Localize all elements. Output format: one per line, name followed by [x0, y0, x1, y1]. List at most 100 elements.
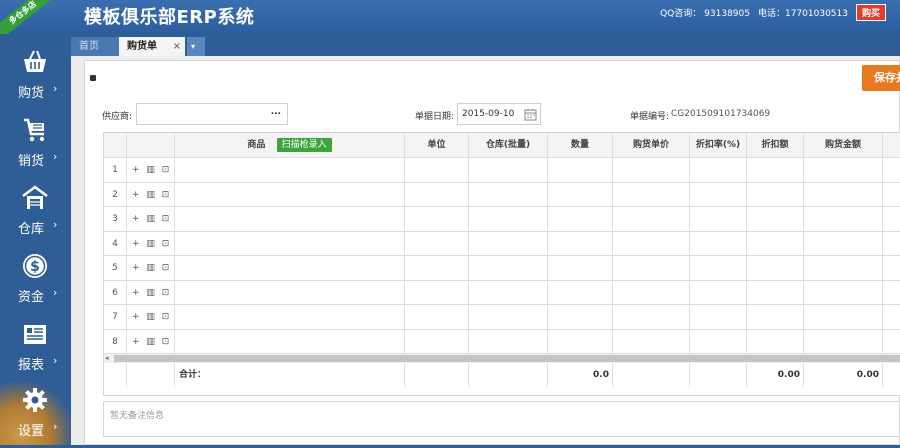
- grid-cell[interactable]: [747, 231, 804, 256]
- grid-cell[interactable]: [469, 182, 548, 207]
- grid-cell[interactable]: [175, 305, 405, 330]
- grid-cell[interactable]: [690, 231, 747, 256]
- row-actions: + ▥ ⊡: [127, 231, 175, 256]
- grid-cell[interactable]: [613, 305, 690, 330]
- grid-cell[interactable]: [690, 256, 747, 281]
- grid-cell[interactable]: [804, 207, 883, 232]
- grid-cell[interactable]: [405, 256, 469, 281]
- remark-textarea[interactable]: 暂无备注信息: [103, 401, 900, 437]
- grid-cell[interactable]: [405, 280, 469, 305]
- grid-cell[interactable]: [747, 280, 804, 305]
- grid-cell[interactable]: [613, 231, 690, 256]
- grid-cell[interactable]: [469, 329, 548, 354]
- grid-cell[interactable]: [469, 305, 548, 330]
- grid-cell[interactable]: [690, 305, 747, 330]
- grid-cell[interactable]: [548, 231, 613, 256]
- grid-cell[interactable]: [469, 280, 548, 305]
- grid-cell[interactable]: [469, 256, 548, 281]
- grid-cell[interactable]: [548, 158, 613, 183]
- calendar-icon[interactable]: [524, 108, 537, 121]
- sidebar-item-settings[interactable]: 设置 ›: [0, 380, 71, 448]
- grid-cell[interactable]: [175, 256, 405, 281]
- grid-cell[interactable]: [613, 182, 690, 207]
- grid-cell[interactable]: [613, 329, 690, 354]
- grid-cell[interactable]: [804, 182, 883, 207]
- grid-cell[interactable]: [469, 207, 548, 232]
- supplier-more-icon[interactable]: ...: [271, 107, 281, 117]
- grid-cell[interactable]: [175, 158, 405, 183]
- grid-cell[interactable]: [548, 329, 613, 354]
- grid-cell[interactable]: [405, 182, 469, 207]
- grid-cell[interactable]: [175, 207, 405, 232]
- grid-cell[interactable]: [804, 231, 883, 256]
- close-icon[interactable]: ×: [173, 37, 181, 56]
- tab-home[interactable]: 首页: [71, 37, 119, 56]
- grid-cell[interactable]: [175, 280, 405, 305]
- grid-cell[interactable]: [747, 256, 804, 281]
- header-contact-info: QQ咨询： 93138905 电话：17701030513 购买: [660, 4, 886, 21]
- row-actions: + ▥ ⊡: [127, 305, 175, 330]
- save-and-new-button[interactable]: 保存并: [862, 65, 900, 91]
- scan-input-button[interactable]: 扫描枪录入: [276, 137, 332, 152]
- grid-cell[interactable]: [613, 280, 690, 305]
- sidebar-item-sales[interactable]: 销货 ›: [0, 110, 71, 178]
- sidebar-item-warehouse[interactable]: 仓库 ›: [0, 178, 71, 246]
- grid-cell[interactable]: [405, 207, 469, 232]
- grid-cell[interactable]: [548, 280, 613, 305]
- warehouse-icon: [22, 185, 48, 209]
- grid-cell[interactable]: [469, 231, 548, 256]
- grid-cell[interactable]: [747, 207, 804, 232]
- grid-cell[interactable]: [804, 280, 883, 305]
- scroll-left-icon[interactable]: ◂: [105, 354, 109, 363]
- grid-cell[interactable]: [804, 158, 883, 183]
- column-header: 单位: [405, 133, 469, 158]
- grid-cell[interactable]: [804, 329, 883, 354]
- grid-cell[interactable]: [747, 182, 804, 207]
- grid-cell[interactable]: [548, 256, 613, 281]
- dollar-icon: $: [23, 254, 47, 278]
- grid-cell[interactable]: [747, 329, 804, 354]
- grid-cell[interactable]: [613, 158, 690, 183]
- scrollbar-thumb[interactable]: [114, 355, 900, 362]
- grid-cell[interactable]: [690, 329, 747, 354]
- grid-cell[interactable]: [747, 305, 804, 330]
- grid-cell[interactable]: [405, 231, 469, 256]
- tab-purchase-order[interactable]: 购货单 ×: [119, 37, 185, 56]
- row-actions: + ▥ ⊡: [127, 207, 175, 232]
- date-input[interactable]: 2015-09-10: [457, 103, 541, 125]
- tab-bar: 首页 购货单 × ▾: [71, 34, 900, 56]
- grid-cell[interactable]: [405, 305, 469, 330]
- grid-cell[interactable]: [405, 158, 469, 183]
- grid-cell[interactable]: [175, 329, 405, 354]
- grid-cell[interactable]: [690, 182, 747, 207]
- panel-settings-icon[interactable]: [90, 75, 96, 81]
- sidebar-item-reports[interactable]: 报表 ›: [0, 314, 71, 382]
- cart-icon: [24, 118, 45, 142]
- grid-cell[interactable]: [690, 207, 747, 232]
- supplier-input[interactable]: ...: [136, 103, 288, 125]
- grid-cell[interactable]: [548, 207, 613, 232]
- row-filler: [883, 232, 900, 256]
- buy-button[interactable]: 购买: [855, 4, 886, 21]
- grid-cell[interactable]: [175, 182, 405, 207]
- grid-cell[interactable]: [405, 329, 469, 354]
- phone-contact: 电话：17701030513: [757, 9, 848, 19]
- tab-menu-dropdown[interactable]: ▾: [187, 37, 205, 56]
- grid-cell[interactable]: [175, 231, 405, 256]
- grid-cell[interactable]: [469, 158, 548, 183]
- horizontal-scrollbar[interactable]: ◂: [104, 354, 900, 363]
- row-filler: [883, 281, 900, 305]
- grid-cell[interactable]: [804, 256, 883, 281]
- grid-cell[interactable]: [613, 256, 690, 281]
- totals-rownum: [104, 363, 127, 387]
- grid-cell[interactable]: [747, 158, 804, 183]
- grid-cell[interactable]: [690, 280, 747, 305]
- grid-cell[interactable]: [548, 182, 613, 207]
- sidebar-item-purchase[interactable]: 购货 ›: [0, 42, 71, 110]
- grid-cell[interactable]: [548, 305, 613, 330]
- grid-cell[interactable]: [690, 158, 747, 183]
- row-filler: [883, 256, 900, 281]
- grid-cell[interactable]: [613, 207, 690, 232]
- grid-cell[interactable]: [804, 305, 883, 330]
- sidebar-item-funds[interactable]: $ 资金 ›: [0, 246, 71, 314]
